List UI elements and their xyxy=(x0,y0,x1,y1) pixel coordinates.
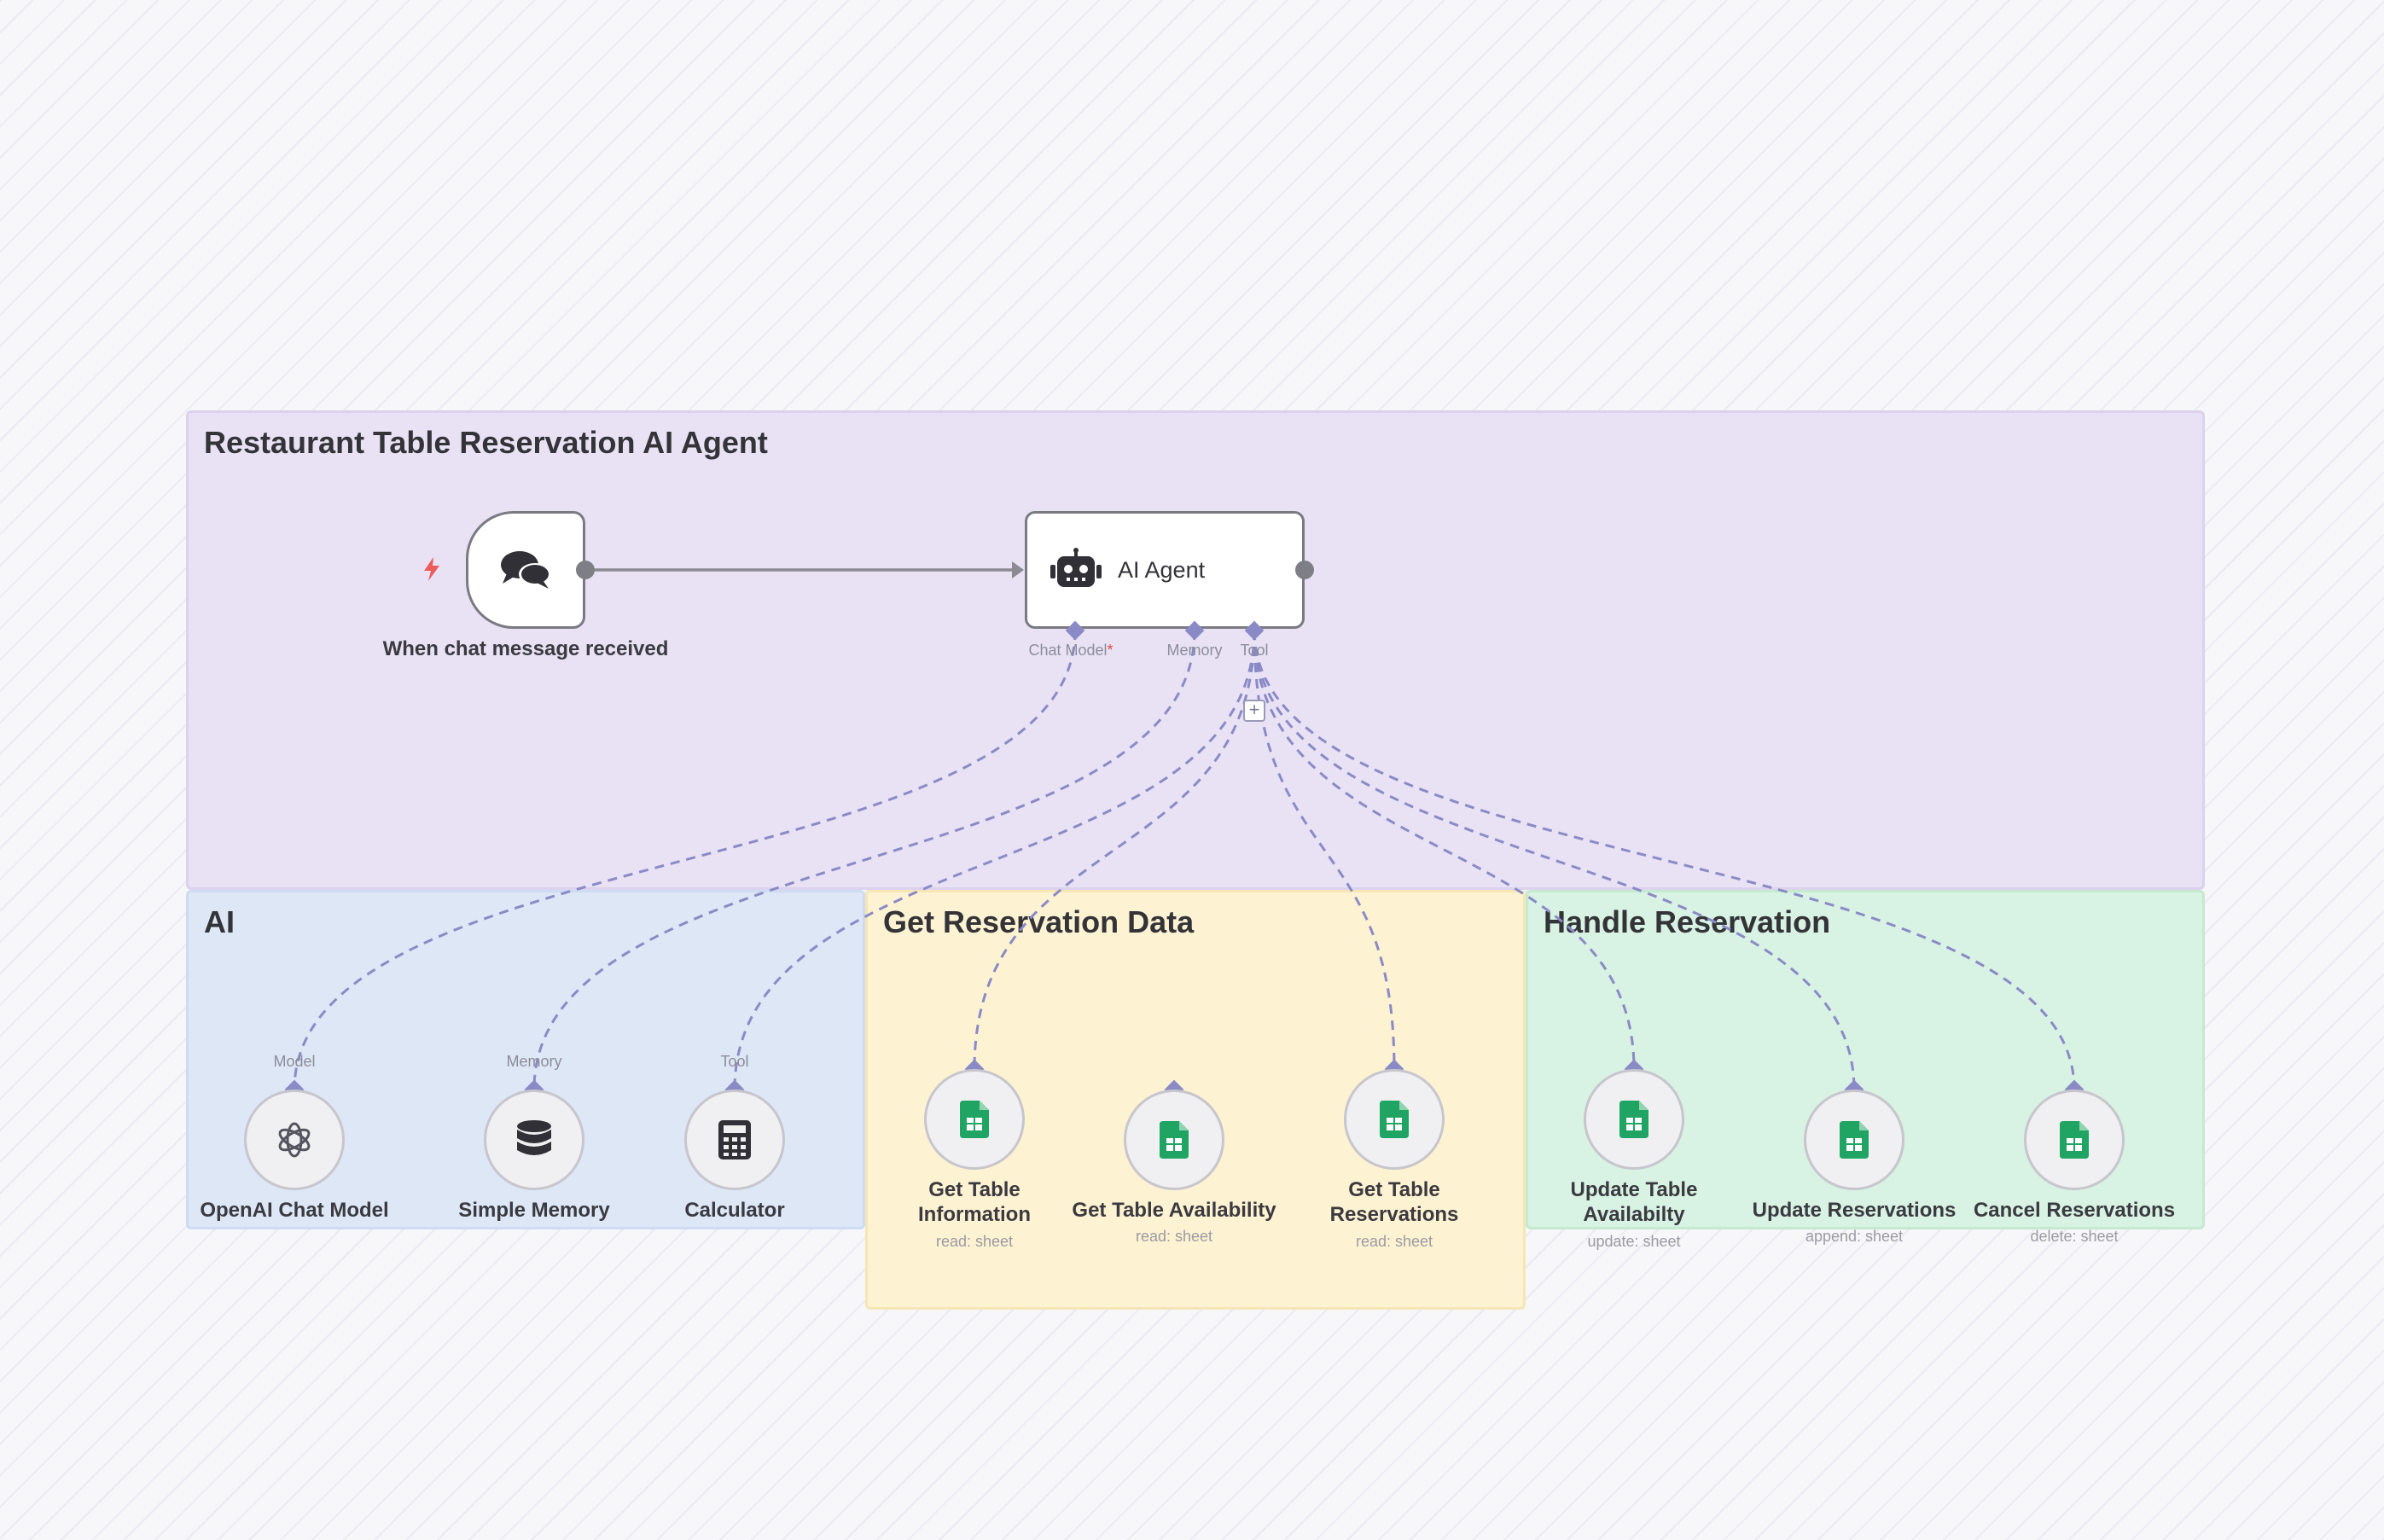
agent-title: AI Agent xyxy=(1118,556,1206,583)
node-subtitle: read: sheet xyxy=(1135,1228,1213,1245)
port-label-memory: Memory xyxy=(506,1053,562,1070)
connection-tool-cancel-reservations xyxy=(1253,630,2076,1090)
add-tool-button[interactable]: + xyxy=(1243,700,1265,722)
node-label: Get Table Availability xyxy=(1072,1199,1276,1222)
connections-layer xyxy=(293,561,2076,1090)
agent-output-port[interactable] xyxy=(1295,561,1314,579)
port-label-tool: Tool xyxy=(1240,642,1269,659)
google-sheets-icon xyxy=(1160,1121,1189,1159)
port-label-chat-model: Chat Model* xyxy=(1028,642,1114,659)
get-table-reservations-node[interactable] xyxy=(1344,1069,1445,1170)
connection-chat-model xyxy=(293,630,1077,1090)
node-label: Simple Memory xyxy=(458,1199,610,1222)
node-label: Update Reservations xyxy=(1752,1199,1957,1222)
required-marker: * xyxy=(1107,642,1114,659)
google-sheets-icon xyxy=(1380,1101,1409,1138)
node-subtitle: append: sheet xyxy=(1805,1228,1904,1245)
bolt-icon xyxy=(424,557,439,581)
trigger-node-chat-message[interactable] xyxy=(466,511,585,629)
node-label: Update Table Availabilty xyxy=(1570,1178,1698,1226)
connection-tool-update-table-availability xyxy=(1253,630,1636,1070)
node-label: OpenAI Chat Model xyxy=(200,1199,389,1222)
port-label-model: Model xyxy=(273,1053,316,1070)
port-label-memory: Memory xyxy=(1166,642,1223,659)
node-subtitle: delete: sheet xyxy=(2030,1228,2119,1245)
chat-bubbles-icon xyxy=(501,551,551,589)
node-label: Get Table Information xyxy=(918,1178,1031,1226)
database-icon xyxy=(517,1120,551,1155)
calculator-node[interactable] xyxy=(684,1090,785,1190)
openai-icon xyxy=(278,1122,311,1158)
node-subtitle: read: sheet xyxy=(935,1233,1014,1250)
get-table-availability-node[interactable] xyxy=(1124,1090,1224,1190)
cancel-reservations-node[interactable] xyxy=(2024,1090,2125,1190)
node-subtitle: update: sheet xyxy=(1587,1233,1681,1250)
connection-memory xyxy=(532,630,1196,1090)
google-sheets-icon xyxy=(960,1101,989,1138)
workflow-canvas[interactable]: Restaurant Table Reservation AI Agent AI… xyxy=(0,0,2384,1540)
main-connection-arrow xyxy=(1012,561,1024,578)
node-label: Get Table Reservations xyxy=(1329,1178,1459,1226)
node-label: Cancel Reservations xyxy=(1973,1199,2176,1222)
ai-agent-node[interactable]: AI Agent xyxy=(1025,511,1305,629)
get-table-information-node[interactable] xyxy=(924,1069,1025,1170)
trigger-output-port[interactable] xyxy=(576,561,595,579)
google-sheets-icon xyxy=(1619,1101,1648,1138)
google-sheets-icon xyxy=(1840,1121,1869,1159)
calculator-icon xyxy=(718,1120,751,1159)
node-label: Calculator xyxy=(684,1199,785,1222)
update-table-availability-node[interactable] xyxy=(1584,1069,1684,1170)
update-reservations-node[interactable] xyxy=(1804,1090,1904,1190)
robot-icon xyxy=(1050,548,1102,587)
connection-tool-get-table-information xyxy=(973,630,1256,1070)
simple-memory-node[interactable] xyxy=(484,1090,584,1190)
sub-connections xyxy=(293,630,2076,1090)
connection-tool-update-reservations xyxy=(1253,630,1856,1090)
node-label: When chat message received xyxy=(382,637,669,660)
openai-chat-model-node[interactable] xyxy=(244,1090,345,1190)
port-label-tool: Tool xyxy=(720,1053,749,1070)
node-subtitle: read: sheet xyxy=(1355,1233,1433,1250)
google-sheets-icon xyxy=(2060,1121,2089,1159)
